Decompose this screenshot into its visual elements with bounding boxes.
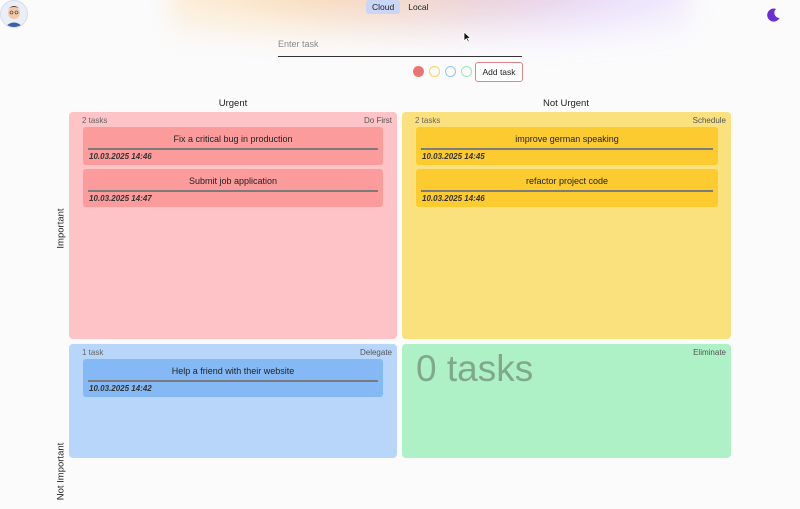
quadrant-task-count: 2 tasks <box>415 116 441 125</box>
color-picker <box>413 66 472 77</box>
task-date: 10.03.2025 14:47 <box>89 194 152 203</box>
quadrant-task-count: 0 tasks <box>416 348 534 389</box>
task-card[interactable]: Fix a critical bug in production 10.03.2… <box>83 127 383 165</box>
task-date: 10.03.2025 14:42 <box>89 384 152 393</box>
column-header-urgent: Urgent <box>218 98 248 109</box>
task-divider <box>88 380 378 382</box>
task-divider <box>421 190 713 192</box>
task-date: 10.03.2025 14:46 <box>89 152 152 161</box>
cloud-toggle-button[interactable]: Cloud <box>366 0 401 14</box>
color-option-blue[interactable] <box>445 66 456 77</box>
color-option-yellow[interactable] <box>429 66 440 77</box>
quadrant-delegate: 1 task Delegate Help a friend with their… <box>69 344 397 458</box>
quadrant-task-count: 1 task <box>82 348 104 357</box>
mouse-cursor-icon <box>463 31 472 43</box>
moon-icon[interactable] <box>765 7 781 23</box>
local-toggle-button[interactable]: Local <box>402 0 434 14</box>
task-input[interactable] <box>278 34 522 57</box>
color-option-red[interactable] <box>413 66 424 77</box>
quadrant-title: Delegate <box>359 348 392 357</box>
row-header-not-important: Not Important <box>55 442 67 501</box>
quadrant-do-first: 2 tasks Do First Fix a critical bug in p… <box>69 112 397 339</box>
task-divider <box>421 148 713 150</box>
user-avatar-icon[interactable] <box>0 0 28 28</box>
task-divider <box>88 190 378 192</box>
task-date: 10.03.2025 14:45 <box>422 152 485 161</box>
task-card[interactable]: Help a friend with their website 10.03.2… <box>83 359 383 397</box>
task-title: refactor project code <box>525 176 609 186</box>
task-title: Help a friend with their website <box>171 366 295 376</box>
color-option-green[interactable] <box>461 66 472 77</box>
task-divider <box>88 148 378 150</box>
storage-toggle: Cloud Local <box>366 0 435 14</box>
task-title: Submit job application <box>188 176 278 186</box>
task-card[interactable]: Submit job application 10.03.2025 14:47 <box>83 169 383 207</box>
row-header-important: Important <box>55 208 67 249</box>
quadrant-schedule: 2 tasks Schedule improve german speaking… <box>402 112 731 339</box>
task-title: Fix a critical bug in production <box>173 134 293 144</box>
task-card[interactable]: improve german speaking 10.03.2025 14:45 <box>416 127 718 165</box>
column-header-not-urgent: Not Urgent <box>543 98 589 109</box>
quadrant-title: Do First <box>364 116 392 125</box>
task-card[interactable]: refactor project code 10.03.2025 14:46 <box>416 169 718 207</box>
task-date: 10.03.2025 14:46 <box>422 194 485 203</box>
quadrant-title: Schedule <box>692 116 726 125</box>
quadrant-eliminate: 0 tasks Eliminate <box>402 344 731 458</box>
task-title: improve german speaking <box>515 134 619 144</box>
add-task-button[interactable]: Add task <box>475 62 523 82</box>
quadrant-title: Eliminate <box>693 348 726 357</box>
quadrant-task-count: 2 tasks <box>82 116 108 125</box>
